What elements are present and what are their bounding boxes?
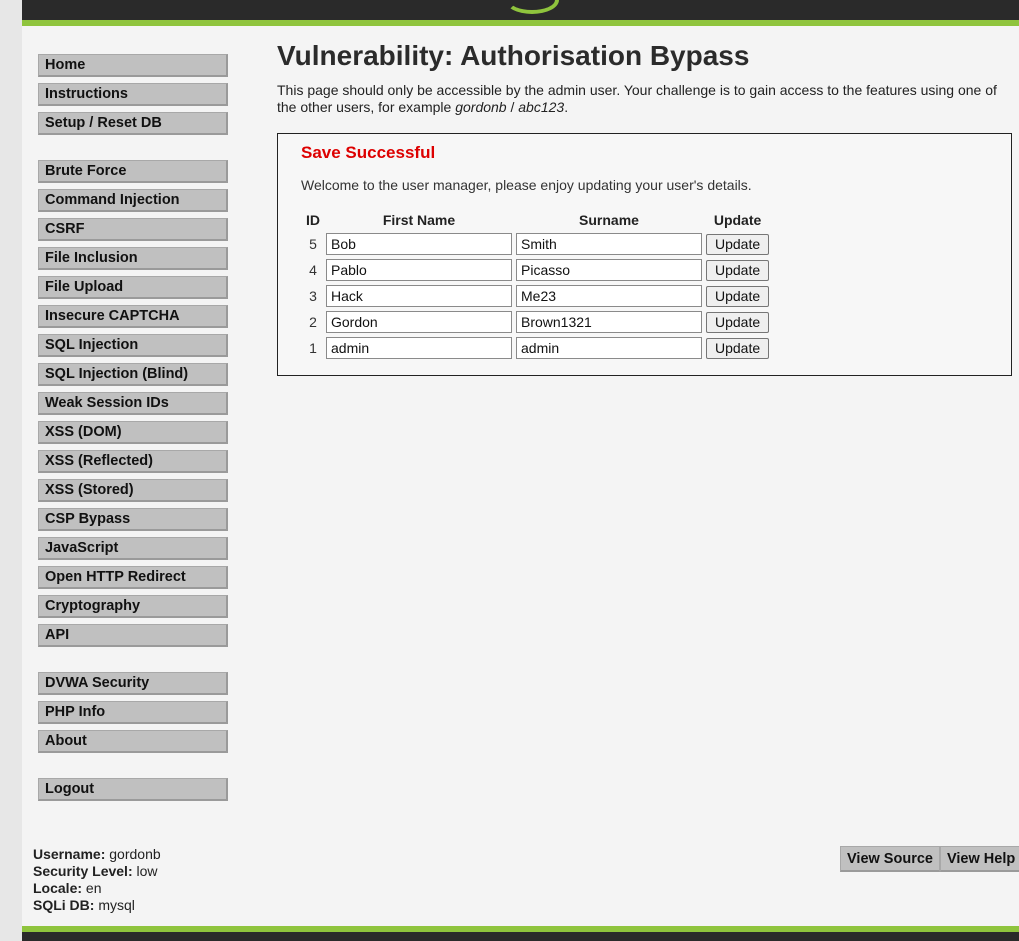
table-row: 5 Update [304, 232, 770, 256]
intro-sentence: This page should only be accessible by t… [277, 82, 997, 115]
nav-item-javascript[interactable]: JavaScript [38, 537, 228, 560]
locale-value: en [85, 880, 102, 896]
security-level-label: Security Level: [33, 863, 133, 879]
surname-input[interactable] [516, 285, 702, 307]
save-success-message: Save Successful [301, 143, 436, 162]
sqli-db-line: SQLi DB: mysql [33, 897, 161, 914]
nav-item-instructions[interactable]: Instructions [38, 83, 228, 106]
nav-group-logout: Logout [38, 778, 230, 807]
main-content: Vulnerability: Authorisation Bypass This… [277, 36, 1017, 376]
locale-label: Locale: [33, 880, 83, 896]
surname-input[interactable] [516, 311, 702, 333]
header-update: Update [713, 212, 762, 228]
nav-item-dvwa-security[interactable]: DVWA Security [38, 672, 228, 695]
user-id: 5 [309, 236, 317, 252]
session-info: Username: gordonb Security Level: low Lo… [33, 846, 161, 914]
nav-group-vulnerabilities: Brute Force Command Injection CSRF File … [38, 160, 230, 653]
username-line: Username: gordonb [33, 846, 161, 863]
sqli-db-value: mysql [98, 897, 135, 913]
nav-item-weak-session-ids[interactable]: Weak Session IDs [38, 392, 228, 415]
update-button[interactable]: Update [706, 311, 770, 333]
update-button[interactable]: Update [706, 285, 770, 307]
table-row: 1 Update [304, 336, 770, 360]
update-button[interactable]: Update [706, 233, 770, 255]
page: Home Instructions Setup / Reset DB Brute… [22, 0, 1019, 941]
welcome-text: Welcome to the user manager, please enjo… [301, 177, 752, 193]
intro-end: . [564, 99, 569, 115]
view-help-button[interactable]: View Help [939, 846, 1019, 872]
table-row: 4 Update [304, 258, 770, 282]
surname-input[interactable] [516, 233, 702, 255]
nav-item-logout[interactable]: Logout [38, 778, 228, 801]
intro-separator: / [506, 99, 519, 115]
surname-input[interactable] [516, 337, 702, 359]
nav-item-php-info[interactable]: PHP Info [38, 701, 228, 724]
intro-example-password: abc123 [518, 99, 565, 115]
nav-item-xss-dom[interactable]: XSS (DOM) [38, 421, 228, 444]
nav-item-api[interactable]: API [38, 624, 228, 647]
header-first-name: First Name [382, 212, 456, 228]
nav-item-file-upload[interactable]: File Upload [38, 276, 228, 299]
locale-line: Locale: en [33, 880, 161, 897]
nav-item-sql-injection[interactable]: SQL Injection [38, 334, 228, 357]
nav-item-sql-injection-blind[interactable]: SQL Injection (Blind) [38, 363, 228, 386]
nav-item-command-injection[interactable]: Command Injection [38, 189, 228, 212]
user-table: ID First Name Surname Update 5 Update 4 [300, 208, 773, 362]
table-row: 2 Update [304, 310, 770, 334]
nav-item-csp-bypass[interactable]: CSP Bypass [38, 508, 228, 531]
table-header-row: ID First Name Surname Update [304, 210, 769, 230]
sqli-db-label: SQLi DB: [33, 897, 95, 913]
surname-input[interactable] [516, 259, 702, 281]
username-label: Username: [33, 846, 106, 862]
security-level-value: low [136, 863, 158, 879]
source-help-buttons: View Source View Help [840, 846, 1019, 872]
view-source-button[interactable]: View Source [840, 846, 940, 872]
first-name-input[interactable] [326, 285, 512, 307]
user-id: 4 [309, 262, 317, 278]
nav-item-csrf[interactable]: CSRF [38, 218, 228, 241]
user-id: 3 [309, 288, 317, 304]
first-name-input[interactable] [326, 337, 512, 359]
username-value: gordonb [109, 846, 161, 862]
nav-item-home[interactable]: Home [38, 54, 228, 77]
nav-item-xss-stored[interactable]: XSS (Stored) [38, 479, 228, 502]
header-surname: Surname [579, 212, 639, 228]
user-id: 2 [309, 314, 317, 330]
nav-item-about[interactable]: About [38, 730, 228, 753]
first-name-input[interactable] [326, 311, 512, 333]
user-manager-panel: Save Successful Welcome to the user mana… [277, 133, 1012, 376]
nav-group-settings: DVWA Security PHP Info About [38, 672, 230, 759]
intro-example-user: gordonb [455, 99, 507, 115]
intro-text: This page should only be accessible by t… [277, 82, 997, 116]
page-title: Vulnerability: Authorisation Bypass [277, 40, 750, 71]
footer-bar [22, 926, 1019, 941]
nav-item-setup-reset-db[interactable]: Setup / Reset DB [38, 112, 228, 135]
nav-item-cryptography[interactable]: Cryptography [38, 595, 228, 618]
security-level-line: Security Level: low [33, 863, 161, 880]
nav-item-file-inclusion[interactable]: File Inclusion [38, 247, 228, 270]
header-bar [22, 0, 1019, 26]
nav-item-xss-reflected[interactable]: XSS (Reflected) [38, 450, 228, 473]
nav-item-insecure-captcha[interactable]: Insecure CAPTCHA [38, 305, 228, 328]
update-button[interactable]: Update [706, 337, 770, 359]
nav-item-open-http-redirect[interactable]: Open HTTP Redirect [38, 566, 228, 589]
table-row: 3 Update [304, 284, 770, 308]
nav-item-brute-force[interactable]: Brute Force [38, 160, 228, 183]
first-name-input[interactable] [326, 259, 512, 281]
update-button[interactable]: Update [706, 259, 770, 281]
dvwa-logo [505, 0, 559, 14]
user-id: 1 [309, 340, 317, 356]
first-name-input[interactable] [326, 233, 512, 255]
nav-group-main: Home Instructions Setup / Reset DB [38, 54, 230, 141]
header-id: ID [306, 212, 320, 228]
